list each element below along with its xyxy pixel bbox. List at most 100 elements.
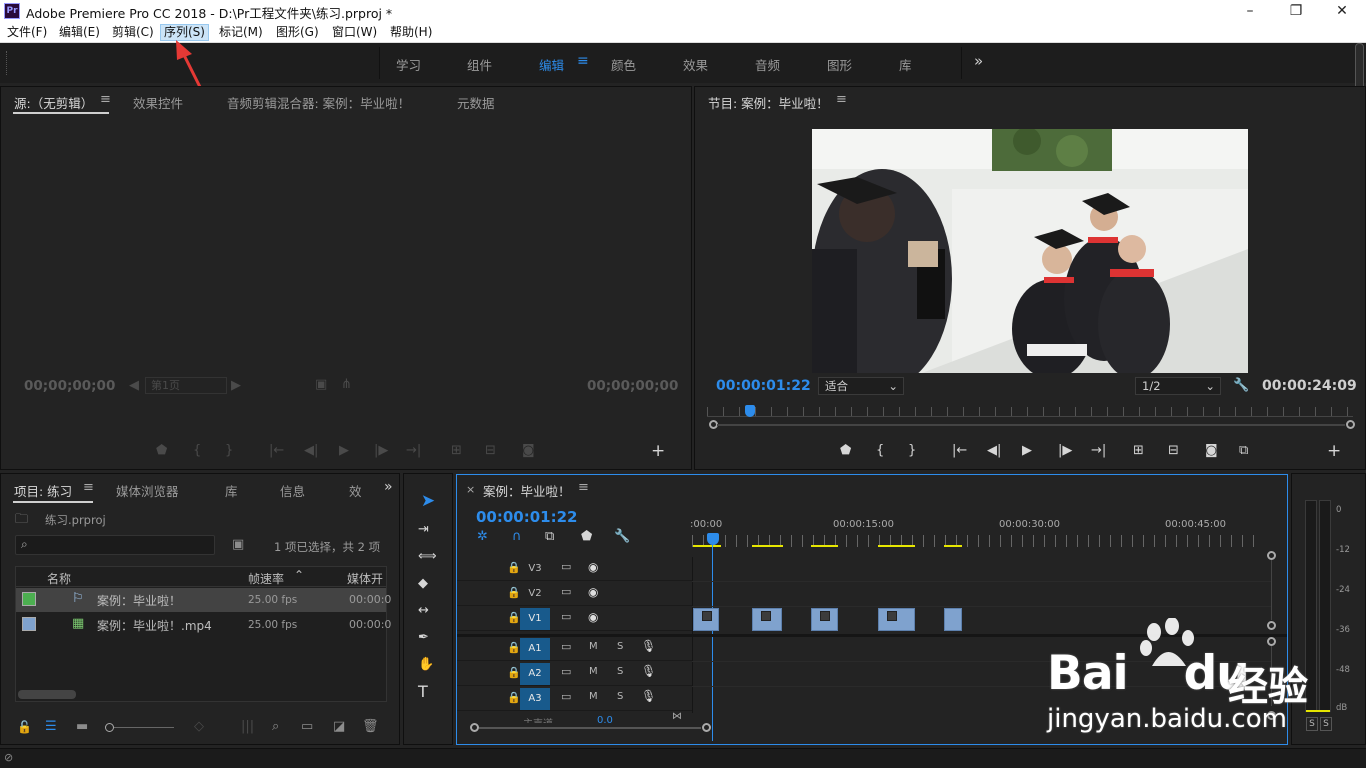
trash-icon[interactable]: 🗑: [362, 719, 379, 735]
lock-icon[interactable]: 🔒: [507, 611, 521, 624]
horizontal-scrollbar[interactable]: [18, 690, 76, 699]
timeline-playhead[interactable]: [707, 533, 719, 545]
workspace-tab-editing[interactable]: 编辑: [539, 55, 564, 74]
search-input[interactable]: ⌕: [15, 535, 215, 555]
snap-icon[interactable]: ∩: [512, 529, 522, 544]
zoom-scrollbar[interactable]: [717, 424, 1345, 426]
panel-menu-icon[interactable]: ≡: [836, 92, 847, 107]
source-timecode-in[interactable]: 00;00;00;00: [24, 378, 115, 394]
tab-effect-controls[interactable]: 效果控件: [133, 93, 183, 112]
close-button[interactable]: ✕: [1322, 1, 1362, 21]
eye-icon[interactable]: ◉: [588, 585, 598, 599]
type-tool-icon[interactable]: T: [418, 684, 428, 700]
sort-ascending-icon[interactable]: ⌃: [294, 568, 304, 582]
panel-menu-icon[interactable]: ≡: [100, 92, 111, 107]
track-label-a3[interactable]: A3: [520, 688, 550, 710]
tab-media-browser[interactable]: 媒体浏览器: [116, 481, 179, 500]
video-clip[interactable]: [878, 608, 915, 631]
lock-icon[interactable]: 🔓: [17, 720, 32, 734]
microphone-icon[interactable]: 🎙: [641, 639, 656, 653]
new-item-icon[interactable]: ◪: [333, 719, 345, 735]
ripple-edit-tool-icon[interactable]: ⟺: [418, 549, 437, 565]
column-media-start[interactable]: 媒体开: [347, 570, 383, 587]
zoom-slider-handle[interactable]: [105, 723, 114, 732]
menu-graphics[interactable]: 图形(G): [273, 24, 322, 41]
mute-button[interactable]: M: [589, 666, 598, 677]
mute-button[interactable]: M: [589, 691, 598, 702]
tab-source[interactable]: 源:（无剪辑）: [14, 93, 93, 112]
video-clip[interactable]: [811, 608, 838, 631]
resolution-dropdown[interactable]: 1/2 ⌄: [1135, 377, 1221, 395]
menu-help[interactable]: 帮助(H): [387, 24, 435, 41]
lock-icon[interactable]: 🔒: [507, 641, 521, 654]
vscroll-handle[interactable]: [1267, 551, 1276, 560]
timeline-timecode[interactable]: 00:00:01:22: [476, 508, 578, 526]
slip-tool-icon[interactable]: ↔: [418, 603, 429, 619]
lock-icon[interactable]: 🔒: [507, 666, 521, 679]
label-color-swatch[interactable]: [22, 592, 36, 606]
mute-button[interactable]: M: [589, 641, 598, 652]
tab-audio-clip-mixer[interactable]: 音频剪辑混合器: 案例：毕业啦！: [227, 93, 410, 112]
hzoom-handle-left[interactable]: [470, 723, 479, 732]
zoom-handle-right[interactable]: [1346, 420, 1355, 429]
lock-icon[interactable]: 🔒: [507, 691, 521, 704]
tab-project[interactable]: 项目: 练习: [14, 481, 72, 500]
solo-button[interactable]: S: [617, 641, 623, 652]
selection-tool-icon[interactable]: ➤: [417, 491, 439, 513]
step-forward-icon[interactable]: |▶: [1058, 443, 1072, 459]
track-label-a2[interactable]: A2: [520, 663, 550, 685]
go-to-out-icon[interactable]: →|: [1091, 443, 1106, 459]
mark-in-icon[interactable]: {: [876, 443, 884, 459]
workspace-tab-effects[interactable]: 效果: [683, 55, 708, 74]
microphone-icon[interactable]: 🎙: [641, 689, 656, 703]
export-frame-icon[interactable]: ◙: [1205, 443, 1218, 459]
add-button-icon[interactable]: +: [651, 443, 665, 460]
wrench-icon[interactable]: 🔧: [1233, 378, 1249, 394]
microphone-icon[interactable]: 🎙: [641, 664, 656, 678]
go-to-in-icon[interactable]: |←: [952, 443, 967, 459]
lock-icon[interactable]: 🔒: [507, 561, 521, 574]
step-back-icon[interactable]: ◀|: [987, 443, 1001, 459]
list-view-icon[interactable]: ☰: [45, 719, 57, 734]
workspace-tab-assembly[interactable]: 组件: [467, 55, 492, 74]
hzoom-scrollbar[interactable]: [479, 727, 701, 729]
nest-toggle-icon[interactable]: ✲: [477, 529, 488, 544]
mark-out-icon[interactable]: }: [908, 443, 916, 459]
hzoom-handle-right[interactable]: [702, 723, 711, 732]
icon-view-icon[interactable]: ▬: [76, 719, 88, 735]
extract-icon[interactable]: ⊟: [1168, 443, 1179, 459]
menu-clip[interactable]: 剪辑(C): [109, 24, 157, 41]
new-bin-icon[interactable]: ▭: [301, 719, 313, 735]
fit-dropdown[interactable]: 适合 ⌄: [818, 377, 904, 395]
go-to-end-icon[interactable]: ⋈: [672, 711, 682, 722]
compare-view-icon[interactable]: ⧉: [1239, 443, 1248, 459]
add-marker-icon[interactable]: ⬟: [581, 529, 592, 545]
panel-menu-icon[interactable]: ≡: [578, 480, 589, 495]
column-frame-rate[interactable]: 帧速率: [248, 570, 284, 587]
workspace-tab-audio[interactable]: 音频: [755, 55, 780, 74]
add-marker-icon[interactable]: ⬟: [840, 443, 851, 459]
track-label-v3[interactable]: V3: [520, 558, 550, 580]
program-title[interactable]: 节目: 案例：毕业啦！: [708, 93, 829, 112]
linked-selection-icon[interactable]: ⧉: [545, 529, 554, 545]
panel-menu-icon[interactable]: ≡: [83, 480, 94, 495]
new-bin-icon[interactable]: ▣: [232, 537, 244, 553]
sync-lock-icon[interactable]: ▭: [561, 665, 571, 678]
track-select-tool-icon[interactable]: ⇥: [418, 522, 429, 538]
column-name[interactable]: 名称: [47, 570, 71, 587]
program-time-ruler[interactable]: [707, 407, 1353, 417]
close-sequence-icon[interactable]: ×: [466, 483, 475, 496]
sync-lock-icon[interactable]: ▭: [561, 610, 571, 623]
video-clip[interactable]: [693, 608, 719, 631]
list-item[interactable]: ▦ 案例：毕业啦！.mp4 25.00 fps 00:00:0: [16, 613, 391, 637]
menu-window[interactable]: 窗口(W): [329, 24, 380, 41]
menu-file[interactable]: 文件(F): [4, 24, 50, 41]
timeline-settings-icon[interactable]: 🔧: [614, 529, 630, 545]
video-clip[interactable]: [752, 608, 782, 631]
workspace-tab-libraries[interactable]: 库: [899, 55, 912, 74]
more-workspaces-icon[interactable]: »: [974, 52, 983, 70]
label-color-swatch[interactable]: [22, 617, 36, 631]
eye-icon[interactable]: ◉: [588, 610, 598, 624]
menu-edit[interactable]: 编辑(E): [56, 24, 103, 41]
solo-button[interactable]: S: [617, 666, 623, 677]
